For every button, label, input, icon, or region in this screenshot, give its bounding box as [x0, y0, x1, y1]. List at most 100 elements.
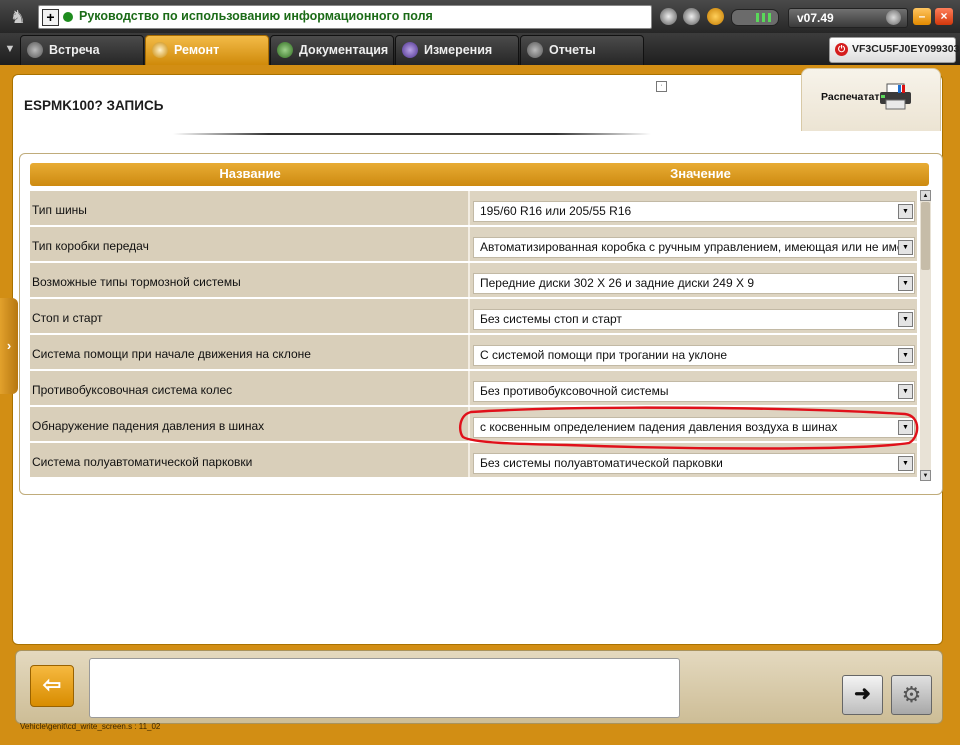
info-message: Руководство по использованию информацион…	[79, 9, 433, 23]
scroll-down-icon[interactable]: ▼	[920, 470, 931, 481]
row-value-cell: 195/60 R16 или 205/55 R16 ▼	[470, 191, 917, 225]
chevron-down-icon[interactable]: ▼	[2, 39, 18, 59]
back-arrow-icon[interactable]: ⇦	[30, 665, 74, 707]
row-name-cell: Противобуксовочная система колес	[30, 371, 470, 405]
table-row: Тип шины 195/60 R16 или 205/55 R16 ▼	[30, 191, 917, 225]
table-row: Система помощи при начале движения на ск…	[30, 335, 917, 369]
dropdown-value: Без системы стоп и старт	[480, 312, 622, 326]
value-dropdown[interactable]: Без системы полуавтоматической парковки ▼	[473, 453, 915, 474]
message-area	[89, 658, 680, 718]
tab-label: Встреча	[49, 43, 100, 57]
row-value-cell: С системой помощи при трогании на уклоне…	[470, 335, 917, 369]
scroll-thumb[interactable]	[921, 202, 930, 270]
dropdown-value: 195/60 R16 или 205/55 R16	[480, 204, 632, 218]
printer-icon[interactable]	[878, 82, 914, 112]
dropdown-value: с косвенным определением падения давлени…	[480, 420, 838, 434]
row-value-cell: Автоматизированная коробка с ручным упра…	[470, 227, 917, 261]
report-icon	[527, 42, 543, 58]
gear-icon[interactable]	[707, 8, 724, 25]
row-name: Противобуксовочная система колес	[32, 383, 233, 397]
title-divider	[173, 133, 651, 135]
value-dropdown[interactable]: Без системы стоп и старт ▼	[473, 309, 915, 330]
tab-label: Измерения	[424, 43, 493, 57]
tab-remont[interactable]: Ремонт	[145, 35, 269, 66]
dropdown-value: Без противобуксовочной системы	[480, 384, 669, 398]
table-row: Противобуксовочная система колес Без про…	[30, 371, 917, 405]
table-scrollbar[interactable]: ▲ ▼	[920, 190, 931, 481]
tab-otchety[interactable]: Отчеты	[520, 35, 644, 66]
tab-label: Документация	[299, 43, 389, 57]
dropdown-arrow-icon[interactable]: ▼	[898, 348, 913, 363]
dropdown-value: С системой помощи при трогании на уклоне	[480, 348, 728, 362]
row-name: Стоп и старт	[32, 311, 103, 325]
scroll-up-icon[interactable]: ▲	[920, 190, 931, 201]
table-row: Стоп и старт Без системы стоп и старт ▼	[30, 299, 917, 333]
screen-path: Vehicle\genit\cd_write_screen.s : 11_02	[20, 722, 161, 731]
row-name: Система помощи при начале движения на ск…	[32, 347, 311, 361]
value-dropdown[interactable]: Без противобуксовочной системы ▼	[473, 381, 915, 402]
dropdown-arrow-icon[interactable]: ▼	[898, 384, 913, 399]
value-dropdown[interactable]: с косвенным определением падения давлени…	[473, 417, 915, 438]
vin-badge[interactable]: ⏻ VF3CU5FJ0EY099303	[829, 37, 960, 63]
row-name: Возможные типы тормозной системы	[32, 275, 241, 289]
table-header: Название Значение	[30, 163, 929, 186]
user-icon[interactable]	[683, 8, 700, 25]
column-header-value: Значение	[670, 166, 731, 181]
tab-dokumentatsiya[interactable]: Документация	[270, 35, 394, 66]
column-header-name: Название	[219, 166, 281, 181]
dropdown-arrow-icon[interactable]: ▼	[898, 276, 913, 291]
dropdown-value: Без системы полуавтоматической парковки	[480, 456, 723, 470]
row-name: Обнаружение падения давления в шинах	[32, 419, 265, 433]
row-name: Тип шины	[32, 203, 87, 217]
dropdown-value: Автоматизированная коробка с ручным упра…	[480, 240, 913, 254]
minimize-button[interactable]: –	[913, 8, 931, 25]
vin-label: VF3CU5FJ0EY099303	[852, 43, 960, 55]
table-row: Обнаружение падения давления в шинах с к…	[30, 407, 917, 441]
expand-icon[interactable]: ·	[656, 81, 667, 92]
tools-icon[interactable]: ⚙	[891, 675, 932, 715]
waveform-icon	[402, 42, 418, 58]
row-name-cell: Система помощи при начале движения на ск…	[30, 335, 470, 369]
version-label: v07.49	[797, 11, 834, 25]
side-panel-toggle[interactable]: ›	[0, 298, 18, 394]
info-message-box[interactable]: + Руководство по использованию информаци…	[38, 5, 652, 29]
peugeot-logo: ♞	[9, 6, 27, 27]
tab-label: Ремонт	[174, 43, 220, 57]
dropdown-arrow-icon[interactable]: ▼	[898, 204, 913, 219]
value-dropdown[interactable]: 195/60 R16 или 205/55 R16 ▼	[473, 201, 915, 222]
tab-bar: ▼ Встреча Ремонт Документация Измерения …	[0, 33, 960, 66]
row-value-cell: Без системы полуавтоматической парковки ▼	[470, 443, 917, 477]
print-label: Распечатать	[821, 91, 886, 103]
value-dropdown[interactable]: Автоматизированная коробка с ручным упра…	[473, 237, 915, 258]
row-value-cell: Без системы стоп и старт ▼	[470, 299, 917, 333]
row-name: Система полуавтоматической парковки	[32, 455, 253, 469]
dropdown-arrow-icon[interactable]: ▼	[898, 240, 913, 255]
row-name-cell: Система полуавтоматической парковки	[30, 443, 470, 477]
book-icon	[277, 42, 293, 58]
version-box: v07.49	[788, 8, 908, 28]
search-icon	[152, 42, 168, 58]
dropdown-arrow-icon[interactable]: ▼	[898, 312, 913, 327]
print-button[interactable]: Распечатать	[801, 68, 941, 131]
status-dot-icon	[63, 12, 73, 22]
tab-izmereniya[interactable]: Измерения	[395, 35, 519, 66]
close-button[interactable]: ×	[935, 8, 953, 25]
dropdown-arrow-icon[interactable]: ▼	[898, 456, 913, 471]
value-dropdown[interactable]: С системой помощи при трогании на уклоне…	[473, 345, 915, 366]
power-icon: ⏻	[835, 43, 848, 56]
plus-icon[interactable]: +	[42, 9, 59, 26]
speaker-icon[interactable]	[660, 8, 677, 25]
value-dropdown[interactable]: Передние диски 302 X 26 и задние диски 2…	[473, 273, 915, 294]
title-bar: ♞ + Руководство по использованию информа…	[0, 0, 960, 33]
table-row: Система полуавтоматической парковки Без …	[30, 443, 917, 477]
knob-icon[interactable]	[886, 10, 901, 25]
page-title: ESPMK100? ЗАПИСЬ	[24, 98, 164, 113]
tab-label: Отчеты	[549, 43, 596, 57]
battery-icon	[731, 9, 779, 26]
table-row: Тип коробки передач Автоматизированная к…	[30, 227, 917, 261]
row-value-cell: Без противобуксовочной системы ▼	[470, 371, 917, 405]
dropdown-arrow-icon[interactable]: ▼	[898, 420, 913, 435]
dropdown-value: Передние диски 302 X 26 и задние диски 2…	[480, 276, 755, 290]
next-arrow-icon[interactable]: ➜	[842, 675, 883, 715]
tab-vstrecha[interactable]: Встреча	[20, 35, 144, 66]
